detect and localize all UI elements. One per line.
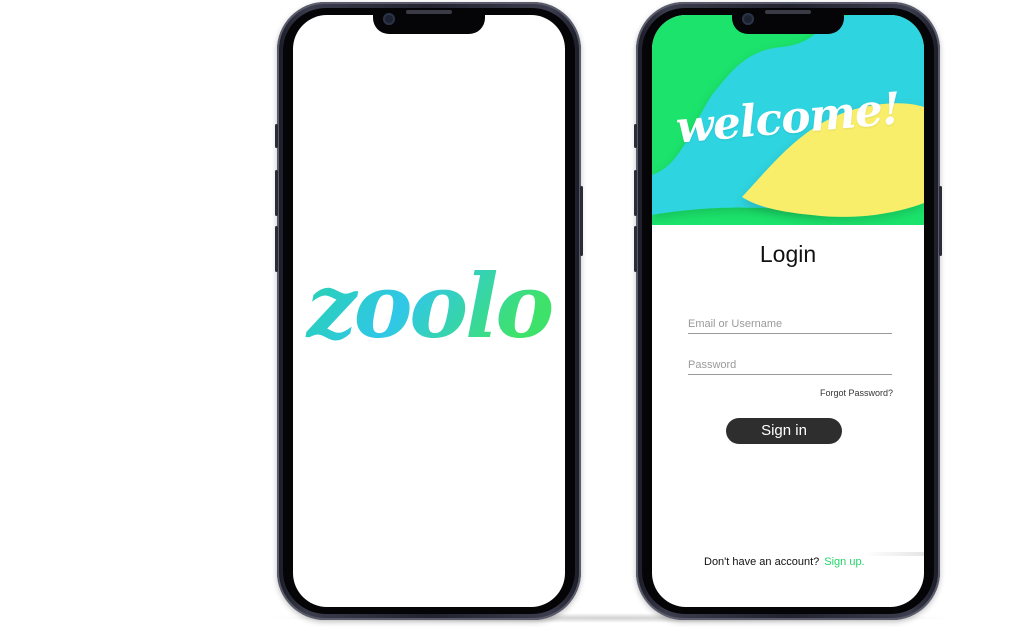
sign-up-link[interactable]: Sign up. xyxy=(824,556,864,568)
notch xyxy=(732,8,844,34)
login-title: Login xyxy=(759,241,817,267)
phone-splash: zoolo xyxy=(275,2,583,620)
volume-up-button xyxy=(275,170,278,216)
no-account-text: Don't have an account? xyxy=(704,556,820,568)
speaker-grille xyxy=(765,10,811,14)
phone-login: welcome! Login Forgot Password? Sign in … xyxy=(634,2,942,620)
mute-switch xyxy=(275,124,278,148)
email-username-input[interactable] xyxy=(688,315,892,334)
splash-screen: zoolo xyxy=(293,15,565,607)
zoolo-logo: zoolo xyxy=(305,254,555,358)
front-camera xyxy=(383,13,395,25)
signup-prompt: Don't have an account? Sign up. xyxy=(704,556,865,568)
notch xyxy=(373,8,485,34)
mute-switch xyxy=(634,124,637,148)
power-button xyxy=(939,186,942,256)
forgot-password-link[interactable]: Forgot Password? xyxy=(820,388,893,398)
volume-up-button xyxy=(634,170,637,216)
screen-glare xyxy=(864,552,924,556)
speaker-grille xyxy=(406,10,452,14)
sign-in-button[interactable]: Sign in xyxy=(726,418,842,444)
volume-down-button xyxy=(275,226,278,272)
volume-down-button xyxy=(634,226,637,272)
logo-text: zoolo xyxy=(305,254,552,358)
login-screen: welcome! Login Forgot Password? Sign in … xyxy=(652,15,924,607)
power-button xyxy=(580,186,583,256)
front-camera xyxy=(742,13,754,25)
password-input[interactable] xyxy=(688,356,892,375)
